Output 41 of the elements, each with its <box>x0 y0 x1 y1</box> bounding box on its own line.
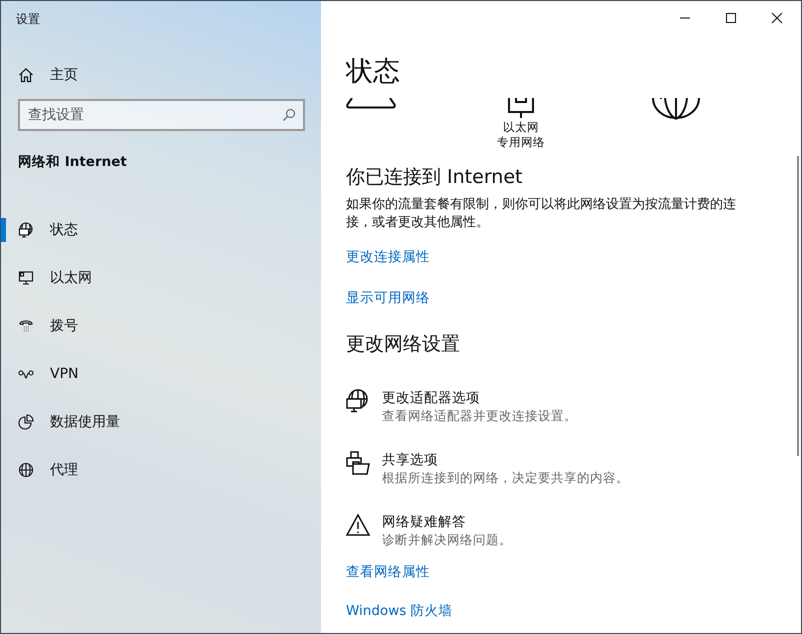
maximize-icon[interactable] <box>725 12 737 24</box>
status-heading: 你已连接到 Internet <box>346 165 524 190</box>
link[interactable]: 查看网络属性 <box>346 560 430 584</box>
page-title: 状态 <box>346 55 401 89</box>
link[interactable]: 显示可用网络 <box>346 286 430 310</box>
search-field[interactable]: 查找设置 <box>18 99 305 131</box>
globe-icon <box>18 462 34 478</box>
option-title[interactable]: 网络疑难解答 <box>382 513 512 531</box>
option-description: 根据所连接到的网络，决定要共享的内容。 <box>382 469 629 487</box>
section-heading: 更改网络设置 <box>346 332 461 357</box>
globe-monitor-icon <box>18 222 34 238</box>
pie-chart-icon <box>18 414 34 430</box>
network-label: 以太网 <box>503 120 539 135</box>
nav-item[interactable]: 数据使用量 <box>1 398 321 446</box>
laptop-icon <box>346 98 396 110</box>
option-title[interactable]: 更改适配器选项 <box>382 389 577 407</box>
nav-item[interactable]: VPN <box>1 350 321 398</box>
printer-folder-icon <box>346 451 370 475</box>
window-title: 设置 <box>15 11 41 28</box>
warning-icon <box>346 513 370 537</box>
home-link[interactable]: 主页 <box>50 66 78 84</box>
globe-monitor-icon <box>346 389 370 413</box>
nav-item[interactable]: 以太网 <box>1 254 321 302</box>
link[interactable]: 更改连接属性 <box>346 245 430 269</box>
nav-item[interactable]: 状态 <box>1 206 321 254</box>
network-label: 专用网络 <box>497 135 545 150</box>
option-description: 查看网络适配器并更改连接设置。 <box>382 407 577 425</box>
option-description: 诊断并解决网络问题。 <box>382 531 512 549</box>
nav-item[interactable]: 代理 <box>1 446 321 494</box>
search-icon <box>282 108 296 122</box>
close-icon[interactable] <box>771 12 783 24</box>
nav-item[interactable]: 拨号 <box>1 302 321 350</box>
option-title[interactable]: 共享选项 <box>382 451 629 469</box>
home-icon <box>18 67 34 83</box>
ethernet-port-icon <box>507 98 535 118</box>
section-heading: 网络和 Internet <box>18 153 128 171</box>
globe-icon <box>651 98 701 120</box>
link[interactable]: Windows 防火墙 <box>346 599 453 623</box>
monitor-icon <box>18 270 34 286</box>
status-description: 如果你的流量套餐有限制，则你可以将此网络设置为按流量计费的连接，或者更改其他属性。 <box>346 196 737 232</box>
phone-icon <box>18 318 34 334</box>
